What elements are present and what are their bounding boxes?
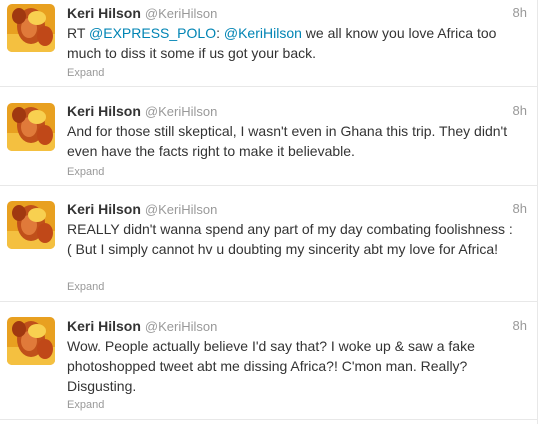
tweet-text: RT @EXPRESS_POLO: @KeriHilson we all kno… — [67, 23, 517, 63]
fullname[interactable]: Keri Hilson — [67, 103, 141, 119]
avatar[interactable] — [7, 317, 55, 365]
username[interactable]: @KeriHilson — [145, 104, 217, 119]
avatar-photo-icon — [7, 317, 55, 365]
mention-link[interactable]: @EXPRESS_POLO — [89, 25, 216, 41]
fullname[interactable]: Keri Hilson — [67, 318, 141, 334]
tweet-header: Keri Hilson @KeriHilson — [67, 317, 217, 336]
fullname[interactable]: Keri Hilson — [67, 201, 141, 217]
avatar-photo-icon — [7, 103, 55, 151]
fullname[interactable]: Keri Hilson — [67, 5, 141, 21]
tweet-text: Wow. People actually believe I'd say tha… — [67, 338, 475, 394]
tweet-text-mid: : — [216, 25, 224, 41]
tweet-timeline: Keri Hilson @KeriHilson 8h RT @EXPRESS_PO… — [0, 0, 538, 424]
expand-link[interactable]: Expand — [67, 66, 104, 80]
expand-link[interactable]: Expand — [67, 398, 104, 412]
timestamp[interactable]: 8h — [513, 317, 527, 335]
tweet[interactable]: Keri Hilson @KeriHilson 8h RT @EXPRESS_PO… — [0, 0, 537, 87]
tweet[interactable]: Keri Hilson @KeriHilson 8h REALLY didn't … — [0, 186, 537, 302]
tweet-header: Keri Hilson @KeriHilson — [67, 4, 217, 23]
tweet[interactable]: Keri Hilson @KeriHilson 8h And for those … — [0, 87, 537, 186]
avatar[interactable] — [7, 103, 55, 151]
username[interactable]: @KeriHilson — [145, 6, 217, 21]
timestamp[interactable]: 8h — [513, 102, 527, 120]
timestamp[interactable]: 8h — [513, 4, 527, 22]
tweet-text: And for those still skeptical, I wasn't … — [67, 123, 508, 159]
mention-link[interactable]: @KeriHilson — [224, 25, 302, 41]
tweet-header: Keri Hilson @KeriHilson — [67, 200, 217, 219]
avatar[interactable] — [7, 201, 55, 249]
tweet-text-prefix: RT — [67, 25, 90, 41]
expand-link[interactable]: Expand — [67, 280, 104, 294]
tweet[interactable]: Keri Hilson @KeriHilson 8h Wow. People ac… — [0, 302, 537, 420]
timestamp[interactable]: 8h — [513, 200, 527, 218]
avatar-photo-icon — [7, 201, 55, 249]
username[interactable]: @KeriHilson — [145, 202, 217, 217]
tweet-header: Keri Hilson @KeriHilson — [67, 102, 217, 121]
username[interactable]: @KeriHilson — [145, 319, 217, 334]
avatar-photo-icon — [7, 4, 55, 52]
tweet-text: REALLY didn't wanna spend any part of my… — [67, 221, 513, 257]
expand-link[interactable]: Expand — [67, 165, 104, 179]
avatar[interactable] — [7, 4, 55, 52]
